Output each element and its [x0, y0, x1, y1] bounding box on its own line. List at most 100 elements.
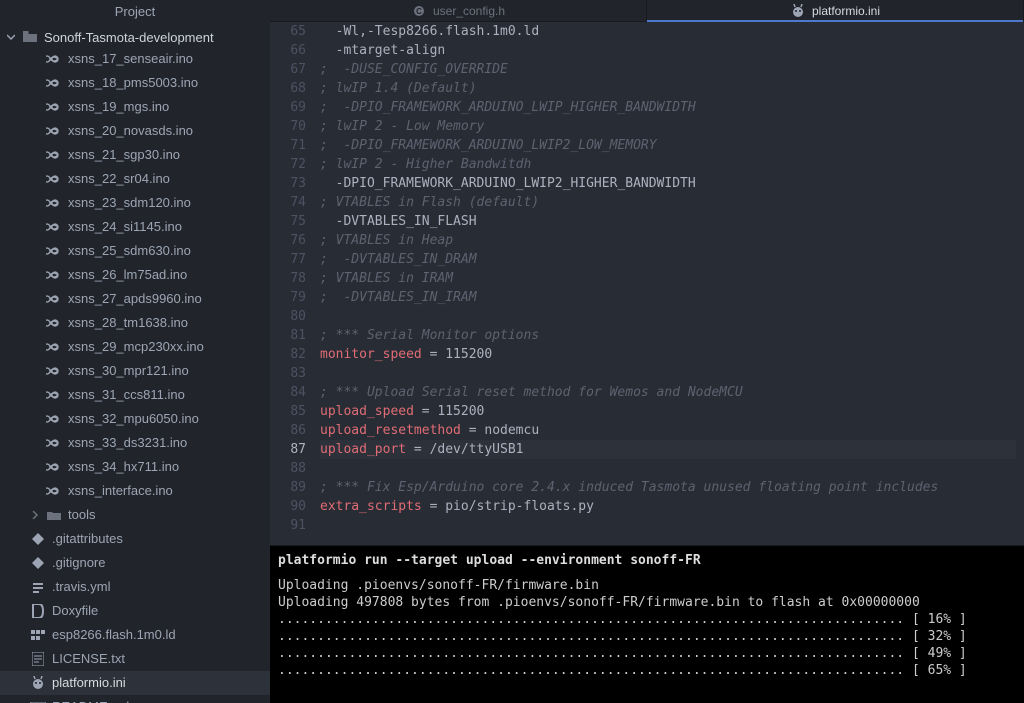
file-tree-item[interactable]: xsns_24_si1145.ino — [0, 215, 270, 239]
code-line[interactable]: upload_port = /dev/ttyUSB1 — [320, 440, 1016, 459]
file-tree-item[interactable]: README.md — [0, 695, 270, 703]
terminal-command: platformio run --target upload --environ… — [278, 552, 1016, 569]
file-tree-item[interactable]: xsns_20_novasds.ino — [0, 119, 270, 143]
editor[interactable]: 6566676869707172737475767778798081828384… — [270, 22, 1024, 545]
code-line[interactable]: -DVTABLES_IN_FLASH — [320, 212, 1016, 231]
file-tree-item[interactable]: xsns_23_sdm120.ino — [0, 191, 270, 215]
main: C user_config.h platformio.ini 656667686… — [270, 0, 1024, 703]
code-line[interactable]: ; -DUSE_CONFIG_OVERRIDE — [320, 60, 1016, 79]
file-tree-item[interactable]: xsns_22_sr04.ino — [0, 167, 270, 191]
file-tree-item[interactable]: esp8266.flash.1m0.ld — [0, 623, 270, 647]
file-tree-item[interactable]: xsns_26_lm75ad.ino — [0, 263, 270, 287]
line-number: 86 — [270, 421, 306, 440]
tab[interactable]: platformio.ini — [647, 0, 1024, 21]
file-tree-item[interactable]: xsns_30_mpr121.ino — [0, 359, 270, 383]
file-tree-item[interactable]: xsns_34_hx711.ino — [0, 455, 270, 479]
code-line[interactable]: ; -DPIO_FRAMEWORK_ARDUINO_LWIP_HIGHER_BA… — [320, 98, 1016, 117]
file-tree-item[interactable]: .gitattributes — [0, 527, 270, 551]
pio-icon — [30, 675, 46, 691]
file-tree-item-label: .gitignore — [52, 553, 105, 573]
ino-icon — [46, 75, 62, 91]
line-number: 89 — [270, 478, 306, 497]
code-line[interactable]: -mtarget-align — [320, 41, 1016, 60]
file-tree-item-label: xsns_31_ccs811.ino — [68, 385, 185, 405]
terminal[interactable]: platformio run --target upload --environ… — [270, 545, 1024, 703]
line-number: 82 — [270, 345, 306, 364]
file-tree-item[interactable]: xsns_21_sgp30.ino — [0, 143, 270, 167]
line-number: 76 — [270, 231, 306, 250]
code-line[interactable]: ; lwIP 1.4 (Default) — [320, 79, 1016, 98]
file-tree[interactable]: xsns_17_senseair.ino xsns_18_pms5003.ino… — [0, 47, 270, 703]
code-line[interactable]: ; *** Serial Monitor options — [320, 326, 1016, 345]
file-tree-item-label: xsns_18_pms5003.ino — [68, 73, 198, 93]
code-line[interactable]: -DPIO_FRAMEWORK_ARDUINO_LWIP2_HIGHER_BAN… — [320, 174, 1016, 193]
yml-icon — [30, 579, 46, 595]
code-line[interactable] — [320, 516, 1016, 535]
ino-icon — [46, 123, 62, 139]
doxy-icon — [30, 603, 46, 619]
file-tree-item[interactable]: xsns_29_mcp230xx.ino — [0, 335, 270, 359]
code-line[interactable]: ; VTABLES in Heap — [320, 231, 1016, 250]
line-number: 66 — [270, 41, 306, 60]
code-line[interactable]: ; lwIP 2 - Higher Bandwitdh — [320, 155, 1016, 174]
file-tree-item[interactable]: xsns_28_tm1638.ino — [0, 311, 270, 335]
file-tree-item[interactable]: platformio.ini — [0, 671, 270, 695]
file-tree-item-label: xsns_26_lm75ad.ino — [68, 265, 187, 285]
code-area[interactable]: -Wl,-Tesp8266.flash.1m0.ld -mtarget-alig… — [320, 22, 1024, 545]
code-line[interactable]: upload_speed = 115200 — [320, 402, 1016, 421]
file-tree-item[interactable]: xsns_31_ccs811.ino — [0, 383, 270, 407]
code-line[interactable]: ; -DVTABLES_IN_IRAM — [320, 288, 1016, 307]
line-number: 87 — [270, 440, 306, 459]
code-line[interactable] — [320, 307, 1016, 326]
project-root[interactable]: Sonoff-Tasmota-development — [0, 27, 270, 47]
chevron-right-icon — [30, 511, 40, 519]
file-tree-item[interactable]: tools — [0, 503, 270, 527]
code-line[interactable]: ; -DVTABLES_IN_DRAM — [320, 250, 1016, 269]
file-tree-item[interactable]: xsns_32_mpu6050.ino — [0, 407, 270, 431]
svg-text:C: C — [416, 7, 422, 16]
file-tree-item-label: xsns_29_mcp230xx.ino — [68, 337, 204, 357]
file-tree-item-label: xsns_34_hx711.ino — [68, 457, 179, 477]
tab-label: platformio.ini — [812, 4, 880, 18]
file-tree-item[interactable]: xsns_25_sdm630.ino — [0, 239, 270, 263]
code-line[interactable]: ; *** Fix Esp/Arduino core 2.4.x induced… — [320, 478, 1016, 497]
code-line[interactable] — [320, 459, 1016, 478]
line-number: 80 — [270, 307, 306, 326]
code-line[interactable]: ; VTABLES in IRAM — [320, 269, 1016, 288]
terminal-line: ........................................… — [278, 645, 1016, 662]
code-line[interactable] — [320, 364, 1016, 383]
file-tree-item[interactable]: .gitignore — [0, 551, 270, 575]
ld-icon — [30, 627, 46, 643]
file-tree-item[interactable]: xsns_interface.ino — [0, 479, 270, 503]
file-tree-item[interactable]: xsns_27_apds9960.ino — [0, 287, 270, 311]
code-line[interactable]: ; VTABLES in Flash (default) — [320, 193, 1016, 212]
file-tree-item[interactable]: xsns_33_ds3231.ino — [0, 431, 270, 455]
code-line[interactable]: ; lwIP 2 - Low Memory — [320, 117, 1016, 136]
pio-icon — [790, 3, 806, 19]
file-tree-item-label: .gitattributes — [52, 529, 123, 549]
line-number: 83 — [270, 364, 306, 383]
file-tree-item-label: esp8266.flash.1m0.ld — [52, 625, 176, 645]
file-tree-item[interactable]: .travis.yml — [0, 575, 270, 599]
file-tree-item-label: xsns_19_mgs.ino — [68, 97, 169, 117]
tab-label: user_config.h — [433, 4, 505, 18]
file-tree-item[interactable]: Doxyfile — [0, 599, 270, 623]
file-tree-item[interactable]: xsns_18_pms5003.ino — [0, 71, 270, 95]
line-number: 84 — [270, 383, 306, 402]
file-tree-item[interactable]: LICENSE.txt — [0, 647, 270, 671]
code-line[interactable]: ; -DPIO_FRAMEWORK_ARDUINO_LWIP2_LOW_MEMO… — [320, 136, 1016, 155]
terminal-line: ........................................… — [278, 628, 1016, 645]
terminal-line: ........................................… — [278, 662, 1016, 679]
code-line[interactable]: -Wl,-Tesp8266.flash.1m0.ld — [320, 22, 1016, 41]
code-line[interactable]: extra_scripts = pio/strip-floats.py — [320, 497, 1016, 516]
code-line[interactable]: upload_resetmethod = nodemcu — [320, 421, 1016, 440]
line-number: 67 — [270, 60, 306, 79]
code-line[interactable]: monitor_speed = 115200 — [320, 345, 1016, 364]
tab[interactable]: C user_config.h — [270, 0, 647, 21]
chevron-down-icon — [6, 33, 16, 41]
ino-icon — [46, 411, 62, 427]
line-number: 71 — [270, 136, 306, 155]
file-tree-item[interactable]: xsns_19_mgs.ino — [0, 95, 270, 119]
file-tree-item[interactable]: xsns_17_senseair.ino — [0, 47, 270, 71]
code-line[interactable]: ; *** Upload Serial reset method for Wem… — [320, 383, 1016, 402]
